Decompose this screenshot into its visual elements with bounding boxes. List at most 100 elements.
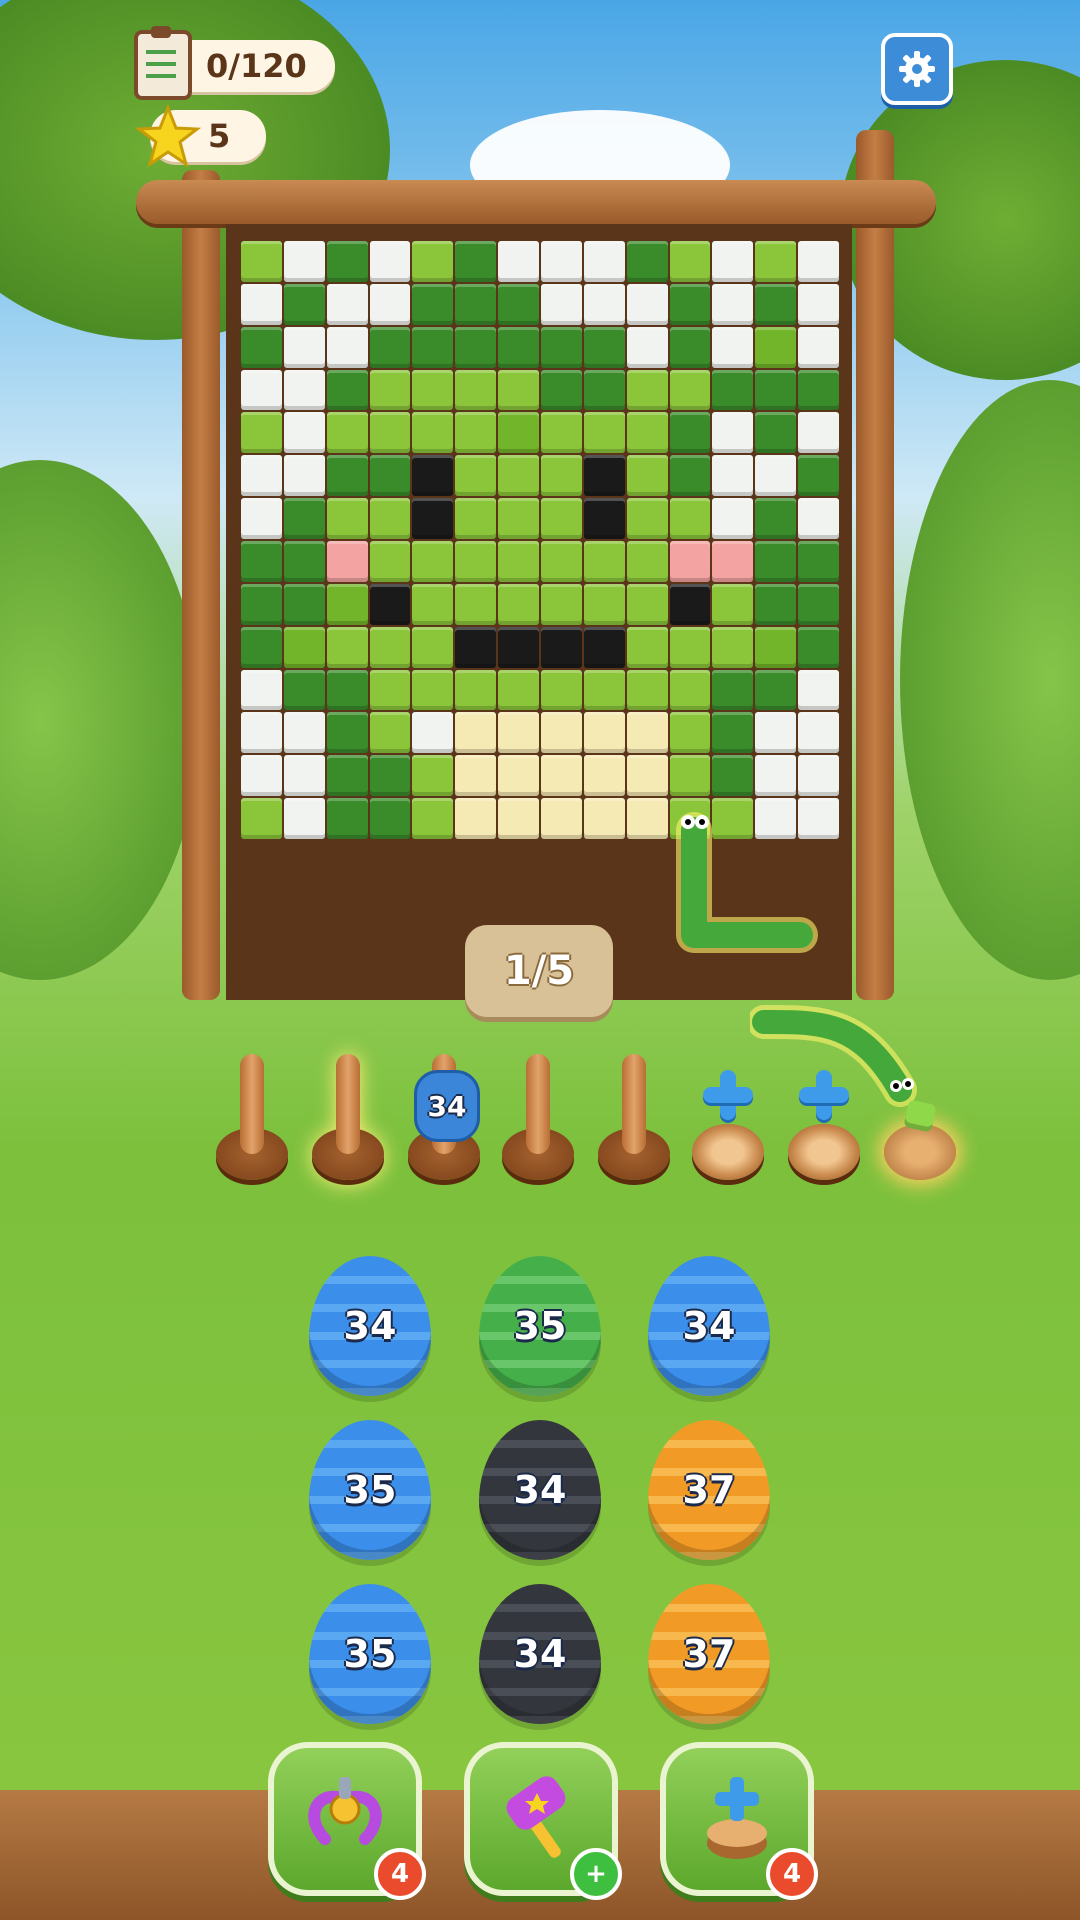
- pixel-cell: [283, 412, 325, 454]
- pixel-cell: [583, 541, 625, 582]
- pixel-cell: [755, 626, 797, 668]
- pixel-cell: [669, 283, 711, 325]
- pixel-cell: [798, 326, 839, 368]
- pixel-cell: [755, 369, 797, 411]
- plus-icon: [703, 1070, 753, 1120]
- pixel-cell: [326, 798, 368, 839]
- pixel-cell: [498, 541, 539, 582]
- pixel-cell: [455, 241, 497, 282]
- pixel-cell: [712, 369, 754, 411]
- pixel-cell: [412, 541, 454, 582]
- egg-orange[interactable]: 37: [648, 1420, 770, 1560]
- egg-value: 34: [682, 1304, 736, 1348]
- add-slot-button[interactable]: 4: [660, 1742, 818, 1900]
- pixel-cell: [712, 712, 754, 754]
- pixel-cell: [241, 241, 282, 282]
- pixel-cell: [369, 669, 411, 711]
- pixel-cell: [283, 626, 325, 668]
- pixel-cell: [798, 626, 839, 668]
- pixel-cell: [369, 369, 411, 411]
- pixel-cell: [541, 455, 582, 497]
- green-snake-on-board[interactable]: [660, 800, 820, 960]
- pixel-cell: [455, 283, 497, 325]
- snake-count: 34: [427, 1089, 467, 1123]
- pixel-cell: [626, 541, 668, 582]
- pixel-cell: [241, 455, 282, 497]
- pixel-cell: [583, 369, 625, 411]
- pixel-cell: [241, 755, 282, 797]
- pixel-cell: [326, 712, 368, 754]
- pixel-cell: [498, 583, 539, 625]
- pixel-cell: [283, 669, 325, 711]
- pixel-cell: [326, 455, 368, 497]
- slot-peg[interactable]: 34: [408, 1050, 480, 1180]
- pixel-cell: [712, 541, 754, 582]
- pixel-cell: [755, 455, 797, 497]
- slot-peg[interactable]: [312, 1050, 384, 1180]
- gear-icon: [899, 51, 935, 87]
- pixel-cell: [498, 712, 539, 754]
- pixel-cell: [669, 626, 711, 668]
- pixel-cell: [755, 498, 797, 539]
- egg-green[interactable]: 35: [479, 1256, 601, 1396]
- pixel-cell: [669, 583, 711, 625]
- pixel-cell: [455, 755, 497, 797]
- slot-peg[interactable]: [598, 1050, 670, 1180]
- progress-text: 0/120: [206, 47, 307, 85]
- wooden-peg: [622, 1054, 646, 1154]
- badge-text: +: [585, 1859, 607, 1889]
- claw-grabber-button[interactable]: 4: [268, 1742, 426, 1900]
- badge-text: 4: [390, 1859, 410, 1889]
- pixel-cell: [283, 498, 325, 539]
- pixel-cell: [369, 541, 411, 582]
- nest: [884, 1124, 956, 1180]
- pixel-cell: [283, 798, 325, 839]
- pixel-cell: [626, 283, 668, 325]
- pixel-cell: [326, 669, 368, 711]
- pixel-cell: [283, 755, 325, 797]
- slot-add[interactable]: [788, 1050, 860, 1180]
- pixel-cell: [455, 541, 497, 582]
- egg-value: 37: [682, 1632, 736, 1676]
- pixel-cell: [412, 283, 454, 325]
- slot-nest[interactable]: [884, 1050, 956, 1180]
- pixel-cell: [498, 412, 539, 454]
- slot-peg[interactable]: [216, 1050, 288, 1180]
- blue-snake-coiled[interactable]: 34: [414, 1070, 480, 1142]
- pixel-cell: [541, 412, 582, 454]
- hammer-button[interactable]: +: [464, 1742, 622, 1900]
- pixel-cell: [626, 241, 668, 282]
- pixel-cell: [583, 412, 625, 454]
- settings-button[interactable]: [881, 33, 953, 105]
- pixel-cell: [498, 455, 539, 497]
- pixel-cell: [369, 712, 411, 754]
- egg-black[interactable]: 34: [479, 1420, 601, 1560]
- egg-blue[interactable]: 35: [309, 1420, 431, 1560]
- pixel-cell: [498, 241, 539, 282]
- pixel-cell: [626, 626, 668, 668]
- pixel-cell: [498, 369, 539, 411]
- pixel-cell: [541, 669, 582, 711]
- pixel-cell: [498, 755, 539, 797]
- egg-blue[interactable]: 34: [648, 1256, 770, 1396]
- pixel-cell: [241, 283, 282, 325]
- egg-orange[interactable]: 37: [648, 1584, 770, 1724]
- green-cube-icon: [903, 1099, 937, 1133]
- slot-peg[interactable]: [502, 1050, 574, 1180]
- slot-add[interactable]: [692, 1050, 764, 1180]
- pixel-cell: [326, 583, 368, 625]
- pixel-cell: [669, 369, 711, 411]
- pixel-cell: [241, 669, 282, 711]
- egg-blue[interactable]: 34: [309, 1256, 431, 1396]
- pixel-cell: [755, 241, 797, 282]
- egg-blue[interactable]: 35: [309, 1584, 431, 1724]
- pixel-cell: [669, 712, 711, 754]
- egg-black[interactable]: 34: [479, 1584, 601, 1724]
- pixel-cell: [326, 626, 368, 668]
- pixel-cell: [626, 369, 668, 411]
- pixel-cell: [712, 583, 754, 625]
- pixel-cell: [798, 669, 839, 711]
- tool-badge: +: [570, 1848, 622, 1900]
- pixel-cell: [669, 326, 711, 368]
- pixel-cell: [326, 369, 368, 411]
